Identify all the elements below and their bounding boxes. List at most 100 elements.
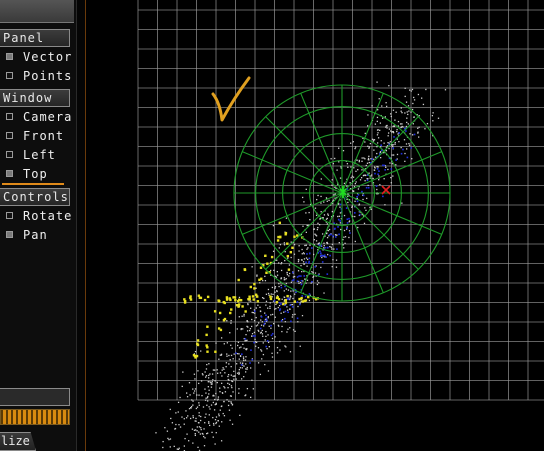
top-checkbox[interactable] xyxy=(6,170,13,177)
point xyxy=(215,416,218,418)
point xyxy=(309,218,311,221)
point xyxy=(204,388,206,390)
option-rotate[interactable]: Rotate xyxy=(0,207,74,225)
point xyxy=(241,305,244,308)
point xyxy=(183,423,185,425)
point xyxy=(257,322,260,324)
point xyxy=(348,230,351,232)
point xyxy=(213,369,216,371)
point xyxy=(406,148,408,150)
point xyxy=(236,372,239,374)
points-checkbox[interactable] xyxy=(6,72,13,79)
point xyxy=(379,129,381,132)
point xyxy=(174,427,177,430)
point xyxy=(227,387,229,389)
left-checkbox[interactable] xyxy=(6,151,13,158)
point xyxy=(225,296,229,299)
point xyxy=(287,268,291,271)
point xyxy=(354,215,356,218)
3d-viewport[interactable]: V xyxy=(86,0,544,451)
point xyxy=(265,317,268,320)
point xyxy=(194,420,196,422)
point xyxy=(279,308,282,310)
point xyxy=(284,301,288,304)
point xyxy=(323,201,325,203)
point xyxy=(221,392,224,394)
point xyxy=(185,410,187,412)
controls-section-header[interactable]: Controls xyxy=(0,188,70,206)
option-left[interactable]: Left xyxy=(0,146,74,164)
point xyxy=(329,245,331,248)
point xyxy=(387,132,390,134)
point xyxy=(311,280,313,283)
camera-checkbox[interactable] xyxy=(6,113,13,120)
point xyxy=(375,185,378,187)
point xyxy=(392,109,395,111)
point xyxy=(405,143,408,145)
point xyxy=(303,201,305,203)
point xyxy=(384,126,387,128)
point xyxy=(378,178,380,181)
point xyxy=(244,359,247,361)
blank-field[interactable] xyxy=(0,388,70,406)
point xyxy=(405,125,408,128)
point xyxy=(321,233,324,235)
option-top[interactable]: Top xyxy=(0,165,74,183)
front-checkbox[interactable] xyxy=(6,132,13,139)
point xyxy=(386,127,388,129)
point xyxy=(418,126,420,128)
pan-checkbox[interactable] xyxy=(6,231,13,238)
point xyxy=(166,430,169,432)
option-front[interactable]: Front xyxy=(0,127,74,145)
option-points[interactable]: Points xyxy=(0,67,74,85)
rotate-checkbox[interactable] xyxy=(6,212,13,219)
point xyxy=(246,339,248,341)
point xyxy=(379,184,381,186)
point xyxy=(388,128,391,130)
point xyxy=(265,304,267,306)
point xyxy=(366,162,369,164)
option-pan[interactable]: Pan xyxy=(0,226,74,244)
point xyxy=(169,408,171,411)
point xyxy=(176,448,178,450)
point xyxy=(242,358,245,360)
panel-section-header[interactable]: Panel xyxy=(0,29,70,47)
point xyxy=(280,284,282,286)
point xyxy=(404,160,406,162)
point xyxy=(189,407,192,409)
point xyxy=(198,426,201,428)
point xyxy=(192,388,194,390)
point xyxy=(246,320,248,322)
point xyxy=(364,141,366,143)
vector-checkbox[interactable] xyxy=(6,53,13,60)
point xyxy=(326,273,329,275)
point xyxy=(372,177,374,180)
bottom-tab[interactable]: lize xyxy=(0,432,36,451)
point xyxy=(293,275,296,278)
point xyxy=(385,102,387,104)
point xyxy=(231,403,234,405)
window-section-header[interactable]: Window xyxy=(0,89,70,107)
point xyxy=(213,310,217,313)
point xyxy=(376,152,378,155)
point xyxy=(274,336,276,338)
panel-divider[interactable] xyxy=(77,0,86,451)
point xyxy=(266,340,269,342)
point xyxy=(214,419,217,421)
point xyxy=(242,328,244,330)
point xyxy=(238,369,240,371)
point xyxy=(305,212,307,214)
option-camera[interactable]: Camera xyxy=(0,108,74,126)
viewport-canvas[interactable]: V xyxy=(86,0,544,451)
point xyxy=(392,147,395,149)
point xyxy=(368,146,371,148)
point xyxy=(320,202,322,204)
point xyxy=(357,226,359,229)
option-vector[interactable]: Vector xyxy=(0,48,74,66)
point xyxy=(255,325,258,327)
point xyxy=(244,338,247,340)
point xyxy=(335,266,338,268)
point xyxy=(195,407,198,410)
point xyxy=(182,371,184,373)
point xyxy=(271,332,274,335)
